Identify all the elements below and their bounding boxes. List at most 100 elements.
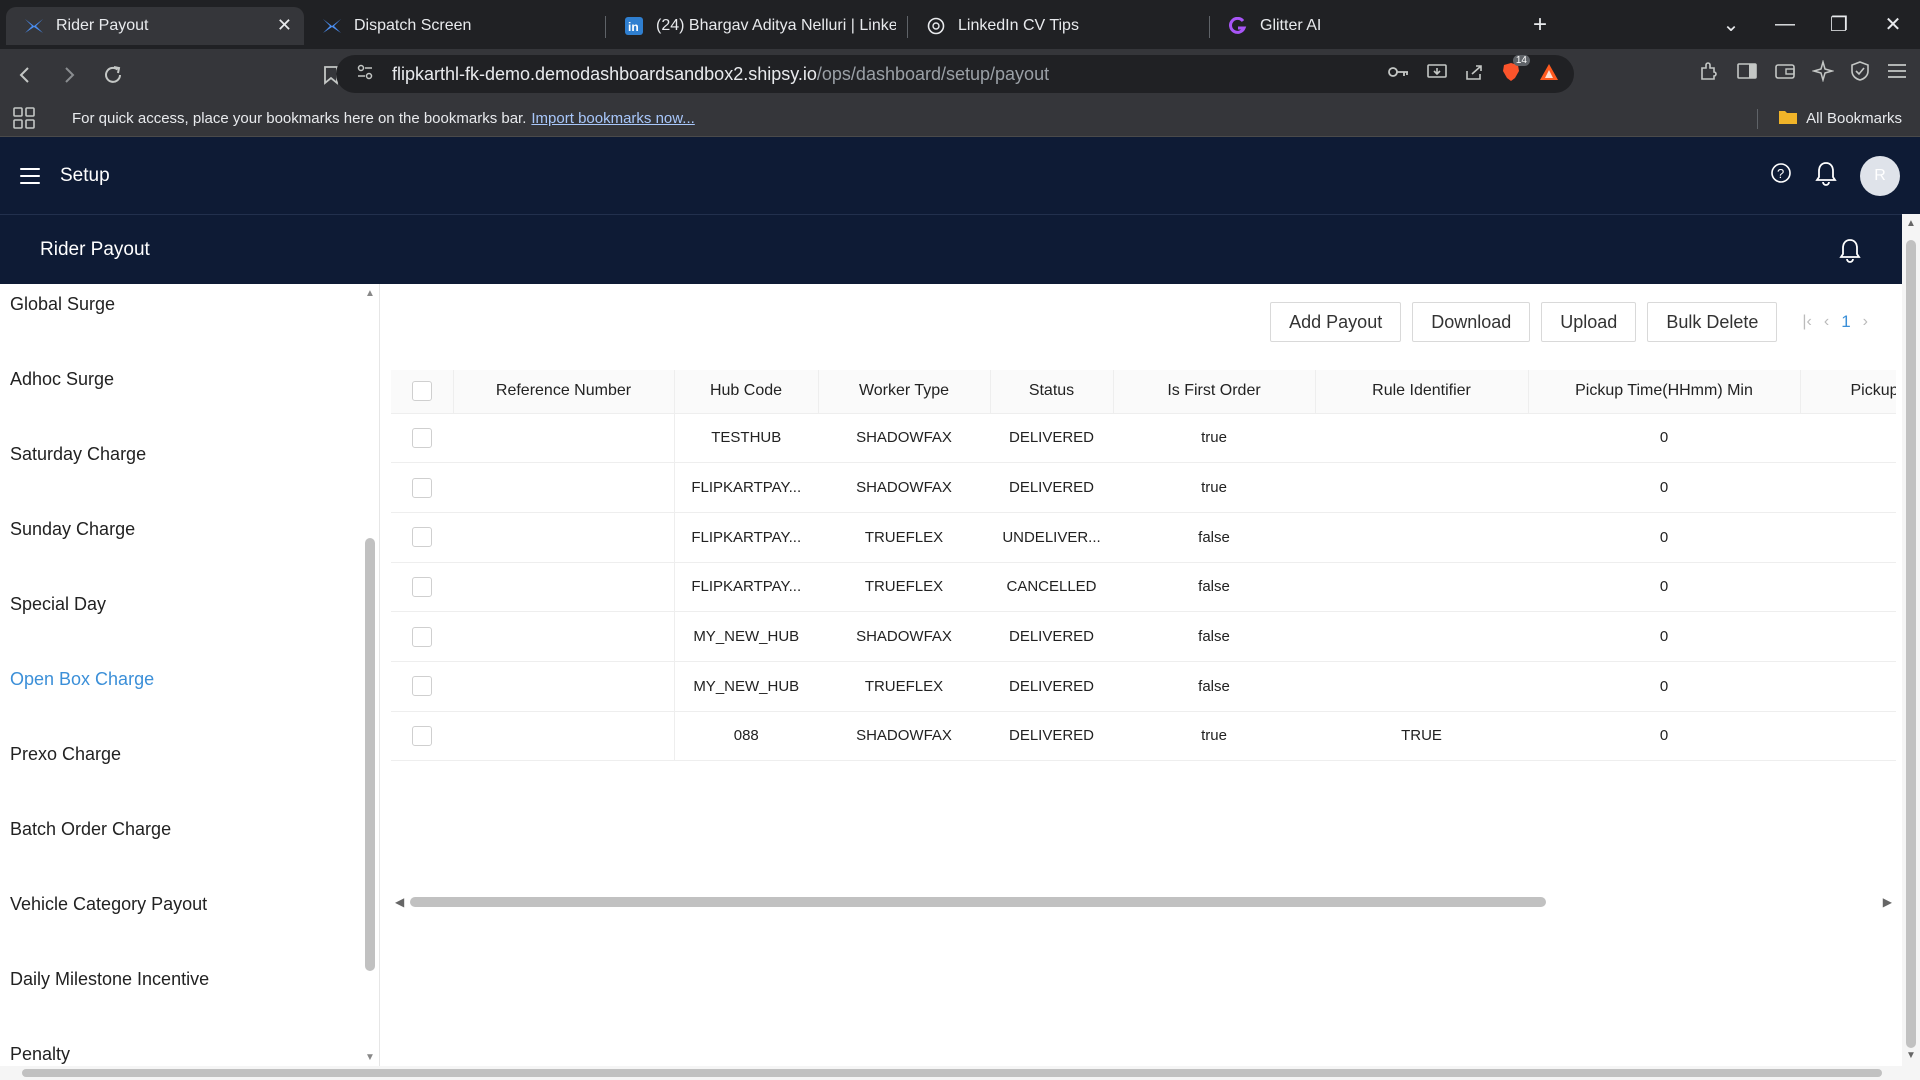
sidebar-item-daily-milestone-incentive[interactable]: Daily Milestone Incentive [10, 969, 209, 990]
table-cell-first: true [1113, 462, 1315, 513]
share-icon[interactable] [1464, 63, 1484, 86]
current-page[interactable]: 1 [1841, 312, 1850, 332]
extensions-icon[interactable] [1698, 60, 1720, 88]
scroll-up-icon[interactable]: ▲ [365, 288, 375, 299]
scroll-up-icon[interactable]: ▲ [1906, 218, 1916, 229]
table-row[interactable]: FLIPKARTPAY... SHADOWFAX DELIVERED true 0 [391, 462, 1896, 513]
page-hscroll-thumb[interactable] [22, 1069, 1882, 1077]
table-cell-worker: SHADOWFAX [818, 413, 990, 464]
row-checkbox[interactable] [412, 576, 432, 597]
sidebar-toggle-icon[interactable] [1736, 61, 1758, 87]
back-icon[interactable] [6, 56, 44, 94]
add-payout-button[interactable]: Add Payout [1270, 302, 1402, 342]
brave-rewards-icon[interactable] [1538, 62, 1560, 87]
sidebar-item-sunday-charge[interactable]: Sunday Charge [10, 519, 135, 540]
column-header[interactable]: Reference Number [453, 370, 675, 414]
tab-rider-payout[interactable]: Rider Payout ✕ [6, 6, 304, 45]
column-header[interactable]: Worker Type [818, 370, 991, 414]
sidebar-item-special-day[interactable]: Special Day [10, 594, 106, 615]
row-checkbox[interactable] [412, 725, 432, 746]
row-checkbox[interactable] [412, 676, 432, 697]
tab-linkedin[interactable]: in (24) Bhargav Aditya Nelluri | LinkedI [606, 7, 908, 45]
svg-text:in: in [628, 20, 639, 34]
sidebar-item-open-box-charge[interactable]: Open Box Charge [10, 669, 154, 690]
close-window-icon[interactable]: ✕ [1866, 12, 1920, 37]
table-row[interactable]: FLIPKARTPAY... TRUEFLEX UNDELIVER... false 0 [391, 512, 1896, 563]
column-header[interactable]: Pickup T [1800, 370, 1896, 414]
sidebar-item-adhoc-surge[interactable]: Adhoc Surge [10, 369, 114, 390]
row-checkbox[interactable] [412, 527, 432, 548]
column-header[interactable]: Is First Order [1113, 370, 1316, 414]
sidebar-item-penalty[interactable]: Penalty [10, 1044, 70, 1065]
table-row[interactable]: MY_NEW_HUB SHADOWFAX DELIVERED false 0 [391, 611, 1896, 662]
new-tab-button[interactable]: + [1520, 5, 1560, 45]
column-header[interactable]: Pickup Time(HHmm) Min [1528, 370, 1801, 414]
row-checkbox[interactable] [412, 626, 432, 647]
table-cell-pickup-min: 0 [1528, 413, 1800, 464]
apps-grid-icon[interactable] [12, 106, 36, 130]
scroll-right-icon[interactable]: ▶ [1883, 895, 1892, 909]
tab-linkedin-cv-tips[interactable]: LinkedIn CV Tips [908, 7, 1210, 45]
table-row[interactable]: 088 SHADOWFAX DELIVERED true TRUE 0 [391, 711, 1896, 762]
tab-glitter-ai[interactable]: Glitter AI [1210, 7, 1512, 45]
close-tab-icon[interactable]: ✕ [277, 15, 292, 36]
scroll-down-icon[interactable]: ▼ [365, 1052, 375, 1063]
bulk-delete-button[interactable]: Bulk Delete [1647, 302, 1778, 342]
sidebar-item-global-surge[interactable]: Global Surge [10, 294, 115, 315]
sidebar-item-prexo-charge[interactable]: Prexo Charge [10, 744, 121, 765]
table-cell-status: DELIVERED [990, 413, 1113, 464]
upload-button[interactable]: Upload [1541, 302, 1637, 342]
select-all-checkbox[interactable] [411, 381, 432, 402]
restore-icon[interactable]: ❐ [1812, 12, 1866, 37]
payout-table: Reference Number Hub Code Worker Type St… [391, 370, 1896, 773]
leo-ai-icon[interactable] [1811, 59, 1835, 88]
wallet-icon[interactable] [1774, 61, 1796, 87]
import-bookmarks-link[interactable]: Import bookmarks now... [531, 110, 694, 127]
table-row[interactable]: FLIPKARTPAY... TRUEFLEX CANCELLED false 0 [391, 562, 1896, 613]
install-app-icon[interactable] [1426, 63, 1448, 86]
scroll-left-icon[interactable]: ◀ [395, 895, 404, 909]
page-scroll-thumb[interactable] [1906, 240, 1916, 1048]
table-row[interactable]: TESTHUB SHADOWFAX DELIVERED true 0 [391, 413, 1896, 464]
tab-dispatch-screen[interactable]: Dispatch Screen [304, 7, 606, 45]
minimize-icon[interactable]: — [1758, 13, 1812, 36]
next-page-icon[interactable]: › [1863, 313, 1868, 331]
app-header: Setup ? R [0, 137, 1920, 214]
row-checkbox[interactable] [412, 427, 432, 448]
browser-menu-icon[interactable] [1886, 62, 1908, 86]
prev-page-icon[interactable]: ‹ [1824, 313, 1829, 331]
column-header[interactable]: Rule Identifier [1315, 370, 1529, 414]
tab-search-icon[interactable]: ⌄ [1704, 12, 1758, 37]
sidebar-item-batch-order-charge[interactable]: Batch Order Charge [10, 819, 171, 840]
reload-icon[interactable] [94, 56, 132, 94]
site-settings-icon[interactable] [356, 63, 374, 86]
forward-icon[interactable] [50, 56, 88, 94]
table-cell-hub: MY_NEW_HUB [674, 611, 818, 662]
table-scroll-thumb[interactable] [410, 897, 1546, 907]
all-bookmarks-button[interactable]: All Bookmarks [1757, 100, 1902, 137]
table-row[interactable]: MY_NEW_HUB TRUEFLEX DELIVERED false 0 [391, 661, 1896, 712]
password-key-icon[interactable] [1388, 65, 1410, 84]
url-text: flipkarthl-fk-demo.demodashboardsandbox2… [392, 64, 1049, 85]
sidebar-item-saturday-charge[interactable]: Saturday Charge [10, 444, 146, 465]
notifications-bell-icon[interactable] [1814, 160, 1838, 191]
avatar[interactable]: R [1860, 155, 1900, 196]
page-bell-icon[interactable] [1838, 237, 1862, 268]
page-horizontal-scrollbar[interactable] [0, 1066, 1920, 1080]
hamburger-menu-icon[interactable] [20, 167, 40, 184]
column-header[interactable]: Status [990, 370, 1114, 414]
address-bar[interactable]: flipkarthl-fk-demo.demodashboardsandbox2… [336, 54, 1574, 93]
help-icon[interactable]: ? [1770, 162, 1792, 189]
sidebar-scrollbar[interactable]: ▲ ▼ [362, 284, 378, 1066]
sidebar-item-vehicle-category-payout[interactable]: Vehicle Category Payout [10, 894, 207, 915]
sidebar-scroll-thumb[interactable] [365, 538, 375, 971]
brave-shields-icon[interactable]: 14 [1500, 54, 1530, 88]
scroll-down-icon[interactable]: ▼ [1906, 1050, 1916, 1061]
vpn-icon[interactable] [1850, 60, 1870, 88]
page-vertical-scrollbar[interactable]: ▲ ▼ [1902, 214, 1920, 1066]
column-header[interactable]: Hub Code [674, 370, 819, 414]
first-page-icon[interactable]: |‹ [1802, 313, 1811, 331]
table-horizontal-scrollbar[interactable]: ◀ ▶ [391, 893, 1896, 911]
row-checkbox[interactable] [412, 477, 432, 498]
download-button[interactable]: Download [1412, 302, 1531, 342]
